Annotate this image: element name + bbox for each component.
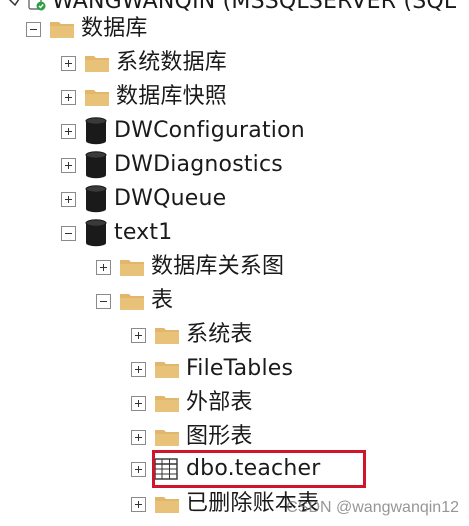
tree-node-dwdiagnostics[interactable]: DWDiagnostics (61, 148, 283, 182)
folder-icon (154, 393, 180, 413)
tree-node-database-diagrams[interactable]: 数据库关系图 (96, 250, 284, 284)
tree-node-text1[interactable]: text1 (61, 216, 172, 250)
expand-toggle[interactable] (61, 191, 76, 207)
tree-node-external-tables[interactable]: 外部表 (131, 386, 253, 420)
tree-node-label: 数据库快照 (116, 84, 228, 109)
expand-toggle[interactable] (61, 55, 76, 71)
collapse-arrow-icon[interactable] (8, 0, 20, 9)
folder-icon (154, 494, 180, 514)
expand-toggle[interactable] (131, 429, 146, 445)
tree-node-label: 系统表 (186, 322, 253, 347)
collapse-toggle[interactable] (96, 293, 111, 309)
expand-toggle[interactable] (131, 461, 146, 477)
folder-icon (154, 359, 180, 379)
database-icon (84, 151, 108, 179)
tree-node-label: 系统数据库 (116, 50, 228, 75)
tree-node-databases[interactable]: 数据库 (26, 12, 148, 46)
expand-toggle[interactable] (131, 395, 146, 411)
folder-icon (154, 325, 180, 345)
tree-node-label: DWDiagnostics (114, 152, 283, 177)
tree-node-graph-tables[interactable]: 图形表 (131, 420, 253, 454)
tree-node-label: DWQueue (114, 186, 227, 211)
tree-node-database-snapshots[interactable]: 数据库快照 (61, 80, 227, 114)
tree-node-label: 表 (151, 288, 174, 313)
expand-toggle[interactable] (96, 259, 111, 275)
expand-toggle[interactable] (61, 89, 76, 105)
database-icon (84, 117, 108, 145)
expand-toggle[interactable] (131, 496, 146, 512)
expand-toggle[interactable] (131, 327, 146, 343)
tree-node-label: FileTables (186, 356, 294, 381)
tree-node-dwconfiguration[interactable]: DWConfiguration (61, 114, 305, 148)
expand-toggle[interactable] (61, 157, 76, 173)
tree-node-dwqueue[interactable]: DWQueue (61, 182, 226, 216)
collapse-toggle[interactable] (61, 225, 76, 241)
highlight-box (152, 450, 366, 488)
folder-icon (119, 291, 145, 311)
database-icon (84, 219, 108, 247)
tree-node-system-tables[interactable]: 系统表 (131, 318, 253, 352)
folder-icon (119, 257, 145, 277)
tree-node-label: text1 (114, 220, 173, 245)
tree-node-label: 数据库关系图 (151, 254, 285, 279)
expand-toggle[interactable] (61, 123, 76, 139)
folder-icon (84, 53, 110, 73)
folder-icon (49, 19, 75, 39)
expand-toggle[interactable] (131, 361, 146, 377)
tree-node-label: 数据库 (81, 16, 148, 41)
object-explorer-tree: WANGWANQIN (MSSQLSERVER (SQL 数据库 系统数据库 数… (0, 0, 469, 526)
tree-node-label: 图形表 (186, 424, 253, 449)
tree-node-filetables[interactable]: FileTables (131, 352, 293, 386)
tree-node-label: DWConfiguration (114, 118, 305, 143)
tree-node-tables[interactable]: 表 (96, 284, 173, 318)
tree-node-system-databases[interactable]: 系统数据库 (61, 46, 227, 80)
watermark: CSDN @wangwanqin12 (286, 499, 459, 516)
folder-icon (84, 87, 110, 107)
database-icon (84, 185, 108, 213)
tree-node-label: 外部表 (186, 390, 253, 415)
folder-icon (154, 427, 180, 447)
collapse-toggle[interactable] (26, 21, 41, 37)
